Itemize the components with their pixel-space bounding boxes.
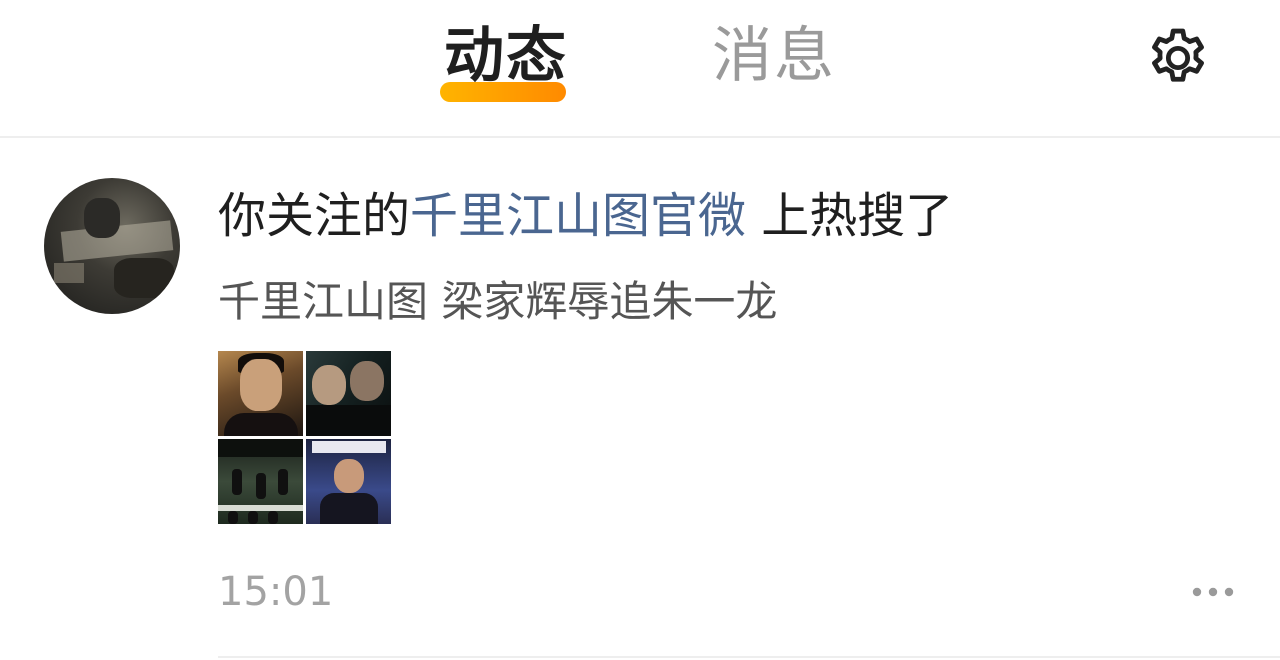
title-prefix: 你关注的 <box>218 188 411 244</box>
feed-subtitle[interactable]: 千里江山图 梁家辉辱追朱一龙 <box>218 274 777 330</box>
tab-active-indicator <box>440 82 566 102</box>
feed-title: 你关注的千里江山图官微 上热搜了 <box>218 186 953 246</box>
thumbnail-image[interactable] <box>306 351 391 436</box>
post-time: 15:01 <box>218 569 334 615</box>
more-dots-icon[interactable] <box>1190 582 1236 602</box>
thumbnail-image[interactable] <box>306 439 391 524</box>
top-bar: 动态 消息 <box>0 0 1280 138</box>
tab-messages[interactable]: 消息 <box>712 18 836 94</box>
item-divider <box>218 656 1280 658</box>
title-suffix: 上热搜了 <box>746 188 954 244</box>
account-link[interactable]: 千里江山图官微 <box>410 188 746 244</box>
thumbnail-image[interactable] <box>218 439 303 524</box>
thumbnail-image[interactable] <box>218 351 303 436</box>
gear-icon[interactable] <box>1144 24 1212 92</box>
avatar[interactable] <box>44 178 180 314</box>
